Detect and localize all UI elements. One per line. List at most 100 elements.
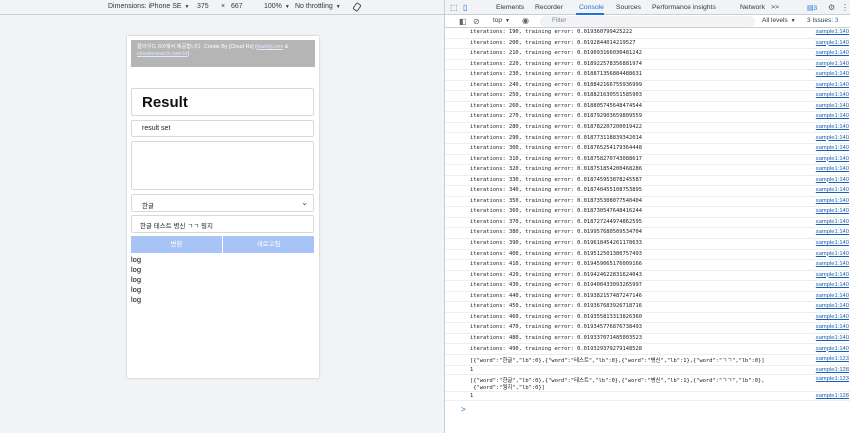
console-message: iterations: 360, training error: 0.01873… — [470, 208, 643, 215]
source-link[interactable]: sample1:140 — [816, 156, 849, 162]
console-row: iterations: 420, training error: 0.01942… — [445, 271, 850, 282]
console-row: iterations: 250, training error: 0.01882… — [445, 91, 850, 102]
width-input[interactable]: 375 — [197, 3, 209, 10]
console-row: iterations: 310, training error: 0.01875… — [445, 155, 850, 166]
console-message: iterations: 390, training error: 0.01961… — [470, 240, 643, 246]
console-array-row[interactable]: [{"word":"한글","lb":0},{"word":"테스트","lb"… — [445, 355, 850, 367]
console-row: iterations: 200, training error: 0.01928… — [445, 39, 850, 50]
source-link[interactable]: sample1:140 — [816, 113, 849, 119]
console-array-expanded-row[interactable]: [{"word":"한글","lb":0},{"word":"테스트","lb"… — [445, 375, 850, 393]
source-link[interactable]: sample1:140 — [816, 208, 849, 214]
device-toggle-icon[interactable]: ▯ — [463, 3, 467, 12]
source-link[interactable]: sample1:140 — [816, 219, 849, 225]
source-link[interactable]: sample1:140 — [816, 166, 849, 172]
source-link[interactable]: sample1:140 — [816, 335, 849, 341]
source-link[interactable]: sample1:123 — [816, 376, 849, 382]
tab-elements[interactable]: Elements — [496, 4, 524, 11]
console-message: iterations: 250, training error: 0.01882… — [470, 92, 643, 99]
console-row: iterations: 350, training error: 0.01873… — [445, 197, 850, 208]
console-message: iterations: 460, training error: 0.01935… — [470, 313, 643, 320]
language-select[interactable]: 한글 ⌄ — [131, 194, 314, 212]
console-message: iterations: 330, training error: 0.01874… — [470, 176, 643, 183]
eye-icon[interactable]: ◉ — [522, 16, 529, 25]
console-message: iterations: 290, training error: 0.01877… — [470, 134, 643, 141]
issues-count: 3 — [834, 17, 839, 24]
more-tabs-button[interactable]: >> — [771, 4, 779, 11]
source-link[interactable]: sample1:123 — [816, 356, 849, 362]
sidebar-toggle-icon[interactable]: ◧ — [459, 17, 467, 26]
source-link[interactable]: sample1:140 — [816, 261, 849, 267]
convert-button[interactable]: 변환 — [131, 236, 222, 253]
source-link[interactable]: sample1:128 — [816, 367, 849, 373]
issues-link[interactable]: 3 Issues: 3 — [807, 17, 838, 24]
source-link[interactable]: sample1:140 — [816, 61, 849, 67]
source-link[interactable]: sample1:140 — [816, 314, 849, 320]
levels-select[interactable]: All levels ▼ — [762, 17, 796, 24]
context-select[interactable]: top ▼ — [493, 17, 510, 24]
banner-link-mainly[interactable]: mainly.com — [257, 44, 283, 50]
console-message: iterations: 220, training error: 0.01892… — [470, 60, 643, 67]
source-link[interactable]: sample1:140 — [816, 40, 849, 46]
console-message: iterations: 380, training error: 0.01995… — [470, 229, 643, 236]
source-link[interactable]: sample1:140 — [816, 187, 849, 193]
chevron-down-icon: ▼ — [184, 3, 190, 10]
source-link[interactable]: sample1:140 — [816, 240, 849, 246]
source-link[interactable]: sample1:140 — [816, 71, 849, 77]
source-link[interactable]: sample1:140 — [816, 282, 849, 288]
console-message: iterations: 320, training error: 0.01875… — [470, 166, 643, 173]
source-link[interactable]: sample1:140 — [816, 82, 849, 88]
console-row: iterations: 470, training error: 0.01934… — [445, 323, 850, 334]
zoom-select[interactable]: 100% ▼ — [264, 3, 290, 10]
text-area[interactable] — [131, 141, 314, 190]
console-message: iterations: 340, training error: 0.01874… — [470, 187, 643, 194]
height-input[interactable]: 667 — [231, 3, 243, 10]
source-link[interactable]: sample1:140 — [816, 103, 849, 109]
console-row: iterations: 450, training error: 0.01936… — [445, 302, 850, 313]
console-output: iterations: 190, training error: 0.01936… — [445, 28, 850, 433]
source-link[interactable]: sample1:140 — [816, 303, 849, 309]
tab-network[interactable]: Network — [740, 4, 765, 11]
info-banner: 클라우드 RX에서 제공합니다. Create By [Cloud Rx] (m… — [131, 40, 315, 67]
rotate-icon[interactable] — [352, 2, 362, 12]
console-row: iterations: 490, training error: 0.01932… — [445, 345, 850, 356]
tab-recorder[interactable]: Recorder — [535, 4, 563, 11]
source-link[interactable]: sample1:140 — [816, 346, 849, 352]
source-link[interactable]: sample1:140 — [816, 272, 849, 278]
source-link[interactable]: sample1:140 — [816, 251, 849, 257]
device-select[interactable]: Dimensions: iPhone SE ▼ — [108, 3, 190, 10]
kebab-menu-icon[interactable]: ⋮ — [841, 3, 849, 12]
console-number-row[interactable]: 1 sample1:128 — [445, 366, 850, 376]
filter-input[interactable]: Filter — [540, 16, 755, 27]
console-message: iterations: 490, training error: 0.01932… — [470, 345, 643, 352]
console-row: iterations: 390, training error: 0.01961… — [445, 239, 850, 250]
sentence-input[interactable]: 한글 테스트 병신 ㄱㄱ 뭥지 — [131, 215, 314, 233]
throttle-select[interactable]: No throttling ▼ — [295, 3, 341, 10]
result-set: result set — [131, 120, 314, 137]
source-link[interactable]: sample1:140 — [816, 92, 849, 98]
source-link[interactable]: sample1:140 — [816, 229, 849, 235]
inspect-element-icon[interactable]: ⬚ — [450, 3, 458, 12]
settings-icon[interactable]: ⚙ — [828, 3, 835, 12]
source-link[interactable]: sample1:140 — [816, 324, 849, 330]
console-number-row[interactable]: 1 sample1:128 — [445, 392, 850, 402]
tab-sources[interactable]: Sources — [616, 4, 641, 11]
source-link[interactable]: sample1:140 — [816, 29, 849, 35]
refresh-button[interactable]: 새로고침 — [223, 236, 314, 253]
banner-link-cloudresearch[interactable]: cloudresearch.com.kr — [137, 51, 188, 57]
source-link[interactable]: sample1:140 — [816, 177, 849, 183]
source-link[interactable]: sample1:140 — [816, 293, 849, 299]
source-link[interactable]: sample1:140 — [816, 145, 849, 151]
message-count: 3 — [813, 5, 818, 12]
source-link[interactable]: sample1:140 — [816, 198, 849, 204]
source-link[interactable]: sample1:140 — [816, 135, 849, 141]
source-link[interactable]: sample1:140 — [816, 124, 849, 130]
clear-console-icon[interactable]: ⊘ — [473, 17, 480, 26]
console-row: iterations: 370, training error: 0.01872… — [445, 218, 850, 229]
source-link[interactable]: sample1:140 — [816, 50, 849, 56]
tab-performance-insights[interactable]: Performance insights — [652, 4, 716, 11]
message-badge[interactable]: ▤3 — [807, 4, 817, 12]
tab-console[interactable]: Console — [579, 4, 604, 11]
console-prompt[interactable]: > — [461, 405, 466, 414]
console-message: iterations: 480, training error: 0.01933… — [470, 334, 643, 341]
source-link[interactable]: sample1:128 — [816, 393, 849, 399]
